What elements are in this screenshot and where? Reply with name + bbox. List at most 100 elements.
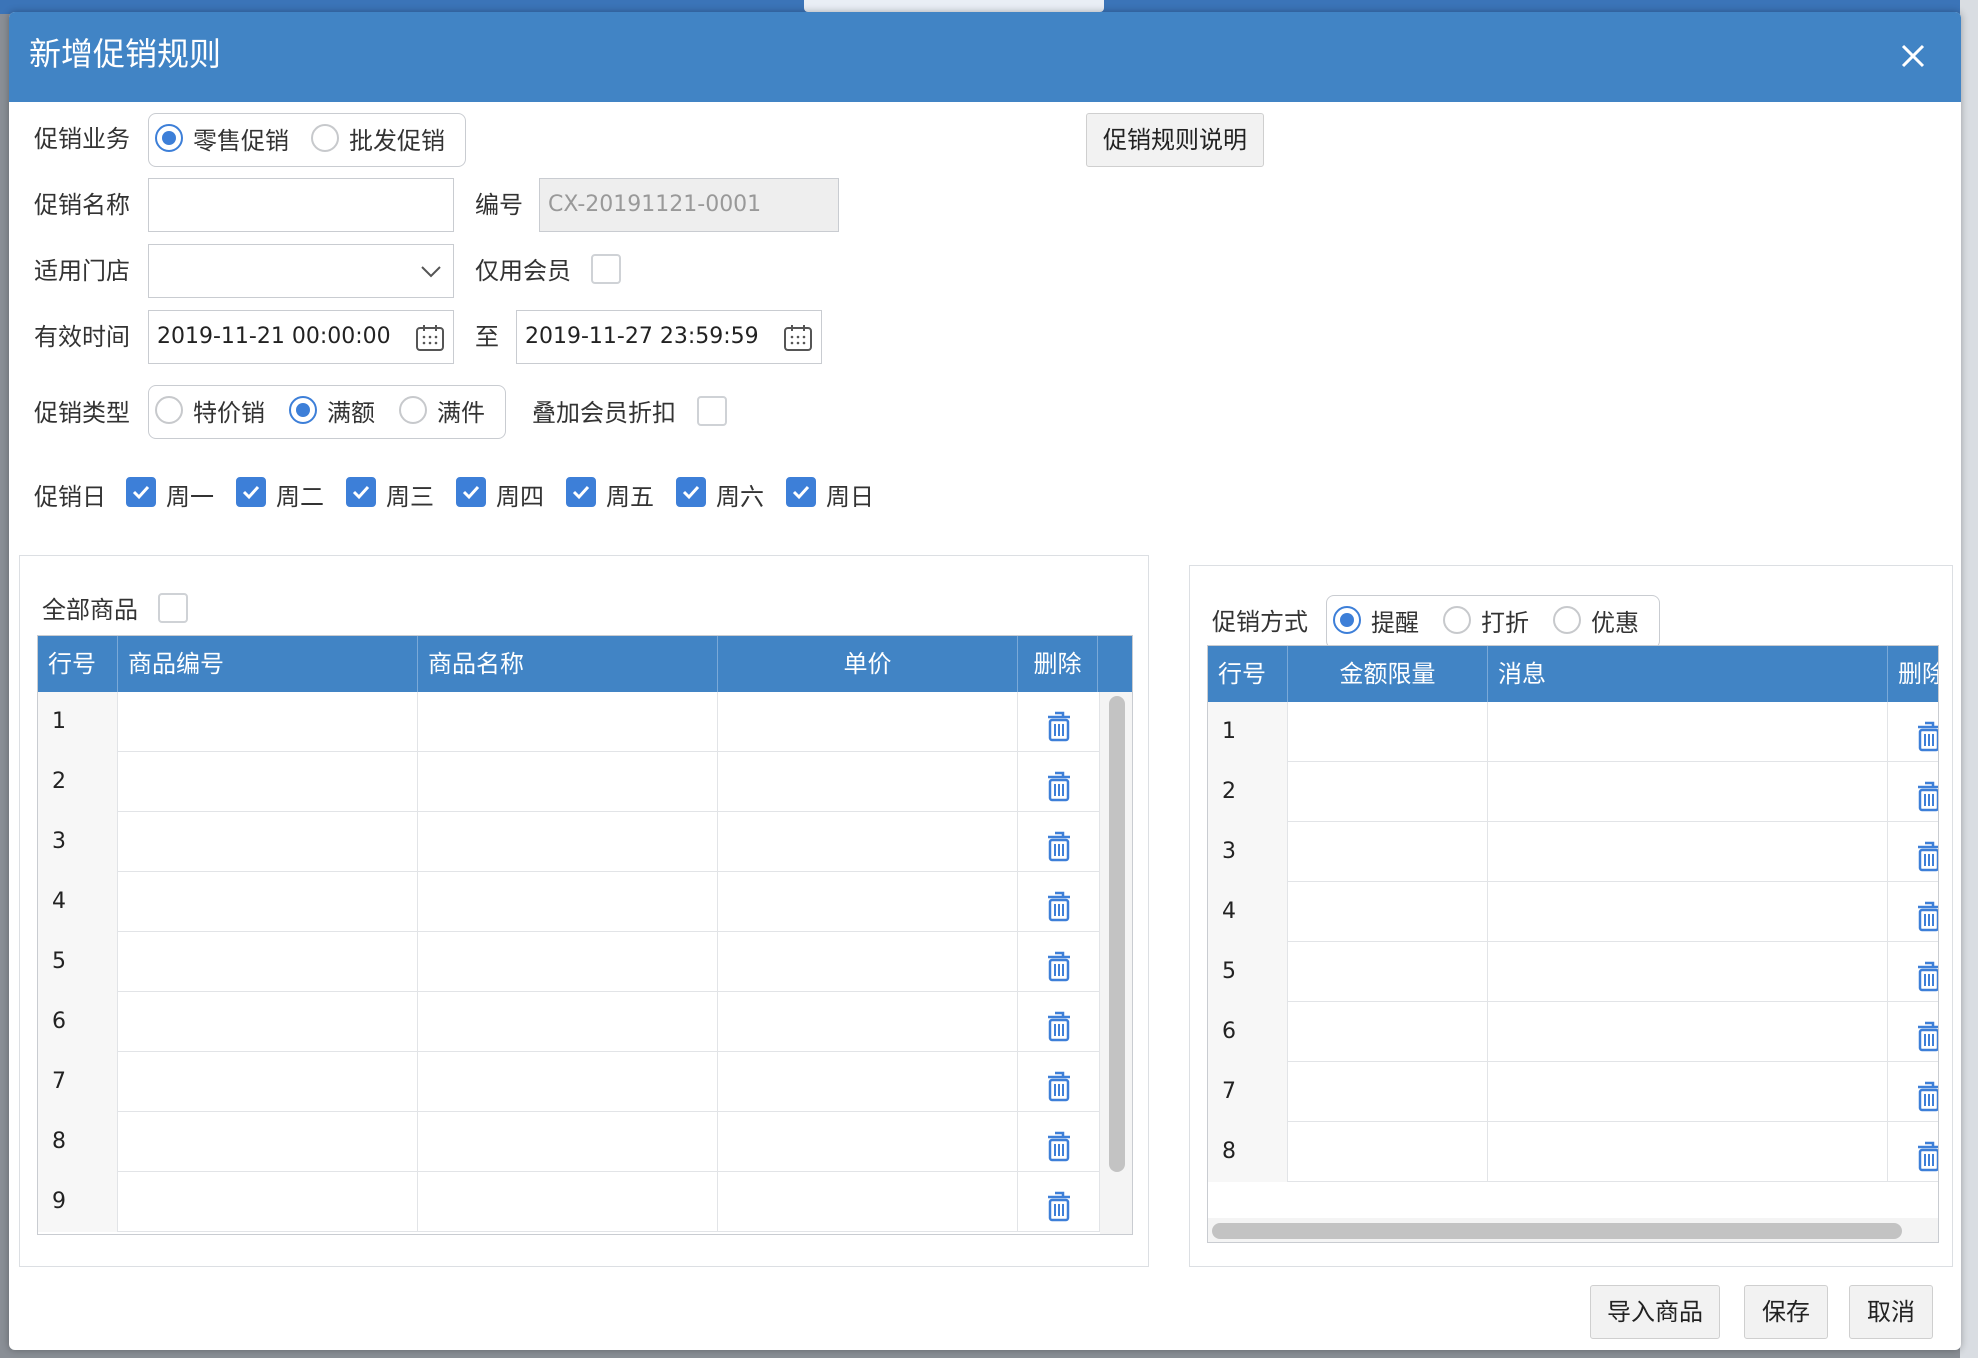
table-row[interactable]: 6: [38, 992, 1100, 1052]
end-time-input[interactable]: 2019-11-27 23:59:59: [516, 310, 822, 364]
table-cell[interactable]: [1488, 702, 1888, 762]
day-checkbox[interactable]: [236, 477, 266, 507]
table-cell[interactable]: [718, 752, 1018, 812]
table-cell[interactable]: [1488, 882, 1888, 942]
table-cell[interactable]: [1488, 1002, 1888, 1062]
promo-method-grid-hscrollbar[interactable]: [1208, 1218, 1938, 1242]
table-cell[interactable]: [1288, 702, 1488, 762]
coupon-radio[interactable]: [1553, 606, 1581, 634]
table-row[interactable]: 2: [38, 752, 1100, 812]
trash-icon[interactable]: [1046, 706, 1072, 742]
day-checkbox[interactable]: [126, 477, 156, 507]
trash-icon[interactable]: [1046, 946, 1072, 982]
start-time-input[interactable]: 2019-11-21 00:00:00: [148, 310, 454, 364]
table-cell[interactable]: [418, 932, 718, 992]
trash-icon[interactable]: [1916, 896, 1938, 932]
table-cell[interactable]: [418, 1172, 718, 1232]
table-cell[interactable]: [718, 812, 1018, 872]
wholesale-promo-radio[interactable]: [311, 124, 339, 152]
trash-icon[interactable]: [1046, 1126, 1072, 1162]
table-cell[interactable]: [718, 1052, 1018, 1112]
table-cell[interactable]: [1288, 1122, 1488, 1182]
full-amount-radio[interactable]: [289, 396, 317, 424]
table-cell[interactable]: [718, 692, 1018, 752]
table-row[interactable]: 5: [38, 932, 1100, 992]
table-cell[interactable]: [118, 872, 418, 932]
table-row[interactable]: 2: [1208, 762, 1938, 822]
table-cell[interactable]: [1488, 942, 1888, 1002]
import-goods-button[interactable]: 导入商品: [1590, 1285, 1720, 1339]
table-cell[interactable]: [418, 1112, 718, 1172]
day-checkbox[interactable]: [346, 477, 376, 507]
trash-icon[interactable]: [1046, 1006, 1072, 1042]
table-cell[interactable]: [718, 1112, 1018, 1172]
table-row[interactable]: 1: [1208, 702, 1938, 762]
trash-icon[interactable]: [1046, 1066, 1072, 1102]
trash-icon[interactable]: [1046, 766, 1072, 802]
day-checkbox[interactable]: [566, 477, 596, 507]
day-checkbox[interactable]: [676, 477, 706, 507]
store-select[interactable]: [148, 244, 454, 298]
trash-icon[interactable]: [1046, 886, 1072, 922]
table-cell[interactable]: [1488, 1122, 1888, 1182]
table-cell[interactable]: [1488, 1062, 1888, 1122]
trash-icon[interactable]: [1916, 716, 1938, 752]
trash-icon[interactable]: [1916, 776, 1938, 812]
table-cell[interactable]: [118, 812, 418, 872]
table-row[interactable]: 8: [1208, 1122, 1938, 1182]
table-cell[interactable]: [118, 1052, 418, 1112]
promo-method-grid-hscroll-thumb[interactable]: [1212, 1223, 1902, 1239]
table-cell[interactable]: [418, 992, 718, 1052]
table-cell[interactable]: [418, 692, 718, 752]
trash-icon[interactable]: [1916, 1076, 1938, 1112]
all-goods-checkbox[interactable]: [158, 593, 188, 623]
goods-grid-scrollbar[interactable]: [1100, 692, 1132, 1234]
table-cell[interactable]: [418, 752, 718, 812]
remind-radio[interactable]: [1333, 606, 1361, 634]
table-cell[interactable]: [1288, 762, 1488, 822]
table-row[interactable]: 6: [1208, 1002, 1938, 1062]
calendar-icon[interactable]: [783, 323, 813, 353]
calendar-icon[interactable]: [415, 323, 445, 353]
table-row[interactable]: 8: [38, 1112, 1100, 1172]
table-cell[interactable]: [1288, 882, 1488, 942]
table-cell[interactable]: [1288, 822, 1488, 882]
table-row[interactable]: 7: [1208, 1062, 1938, 1122]
cancel-button[interactable]: 取消: [1849, 1285, 1933, 1339]
table-row[interactable]: 7: [38, 1052, 1100, 1112]
full-quantity-radio[interactable]: [399, 396, 427, 424]
table-row[interactable]: 9: [38, 1172, 1100, 1232]
table-cell[interactable]: [718, 1172, 1018, 1232]
trash-icon[interactable]: [1916, 956, 1938, 992]
retail-promo-radio[interactable]: [155, 124, 183, 152]
table-cell[interactable]: [418, 812, 718, 872]
discount-radio[interactable]: [1443, 606, 1471, 634]
table-cell[interactable]: [1288, 1002, 1488, 1062]
trash-icon[interactable]: [1916, 1016, 1938, 1052]
table-cell[interactable]: [118, 1112, 418, 1172]
table-cell[interactable]: [118, 1172, 418, 1232]
special-price-radio[interactable]: [155, 396, 183, 424]
table-cell[interactable]: [718, 932, 1018, 992]
table-row[interactable]: 4: [1208, 882, 1938, 942]
trash-icon[interactable]: [1046, 1186, 1072, 1222]
table-cell[interactable]: [1288, 942, 1488, 1002]
close-icon[interactable]: [1895, 38, 1931, 74]
table-row[interactable]: 3: [38, 812, 1100, 872]
trash-icon[interactable]: [1916, 836, 1938, 872]
table-row[interactable]: 1: [38, 692, 1100, 752]
member-only-checkbox[interactable]: [591, 254, 621, 284]
goods-grid-scroll-thumb[interactable]: [1109, 696, 1125, 1172]
rules-explanation-button[interactable]: 促销规则说明: [1086, 113, 1264, 167]
table-cell[interactable]: [1488, 822, 1888, 882]
table-cell[interactable]: [418, 872, 718, 932]
day-checkbox[interactable]: [786, 477, 816, 507]
save-button[interactable]: 保存: [1744, 1285, 1828, 1339]
table-cell[interactable]: [118, 932, 418, 992]
stack-member-checkbox[interactable]: [697, 396, 727, 426]
table-cell[interactable]: [1288, 1062, 1488, 1122]
table-row[interactable]: 3: [1208, 822, 1938, 882]
trash-icon[interactable]: [1916, 1136, 1938, 1172]
table-row[interactable]: 5: [1208, 942, 1938, 1002]
table-cell[interactable]: [118, 692, 418, 752]
